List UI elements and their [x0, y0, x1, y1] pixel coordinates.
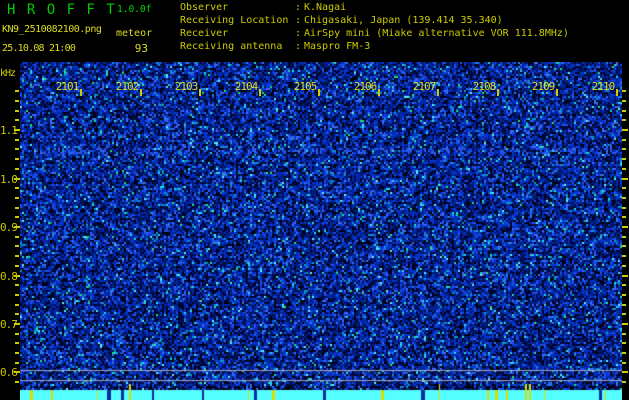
y-axis-tick-right — [622, 342, 626, 344]
y-axis-tick-left — [15, 197, 19, 199]
info-separator: : — [294, 41, 302, 52]
x-axis-time-label: 2101 — [55, 80, 80, 93]
info-label: Receiver — [180, 28, 229, 39]
y-axis-tick-right — [622, 362, 626, 364]
y-axis-tick-right — [622, 294, 626, 296]
y-axis-label: 0.8 — [0, 270, 18, 283]
info-value: AirSpy mini (Miake alternative VOR 111.8… — [304, 28, 569, 39]
y-axis-tick-left — [15, 313, 19, 315]
y-axis-tick-left — [15, 255, 19, 257]
y-axis-tick-right — [622, 275, 628, 277]
station-info-row: Observer: K.Nagai — [180, 1, 569, 14]
x-axis-time-label: 2102 — [115, 80, 140, 93]
y-axis-tick-right — [622, 90, 626, 92]
y-axis-tick-right — [622, 333, 626, 335]
y-axis-tick-left — [15, 100, 19, 102]
y-axis-tick-right — [622, 284, 626, 286]
app-title: H R O F F T — [7, 2, 117, 18]
y-axis-tick-left — [15, 90, 19, 92]
y-axis-tick-left — [15, 381, 19, 383]
y-axis-tick-left — [15, 265, 19, 267]
meteor-label: meteor — [116, 28, 153, 39]
x-axis-time-label: 2107 — [412, 80, 437, 93]
y-axis-tick-left — [15, 139, 19, 141]
y-axis-tick-right — [622, 148, 626, 150]
x-axis-time-label: 2106 — [353, 80, 378, 93]
observation-datetime: 25.10.08 21:00 — [2, 43, 76, 54]
info-separator: : — [294, 15, 302, 26]
y-axis-tick-right — [622, 352, 626, 354]
info-label: Receiving antenna — [180, 41, 283, 52]
y-axis-tick-left — [15, 207, 19, 209]
y-axis-tick-right — [622, 265, 626, 267]
y-axis-tick-right — [622, 304, 626, 306]
station-info-block: Observer: K.Nagai Receiving Location: Chiga… — [180, 1, 569, 53]
y-axis-tick-right — [622, 168, 626, 170]
info-value: Chigasaki, Japan (139.414 35.340) — [304, 15, 503, 26]
info-separator: : — [294, 2, 302, 13]
x-axis-time-label: 2110 — [591, 80, 616, 93]
y-axis-tick-right — [622, 216, 626, 218]
y-axis-label: 1.0 — [0, 173, 18, 186]
y-axis-tick-left — [15, 168, 19, 170]
y-axis-tick-right — [622, 158, 626, 160]
y-axis-tick-right — [622, 119, 626, 121]
y-axis-tick-right — [622, 313, 626, 315]
y-axis-tick-left — [15, 342, 19, 344]
y-axis-unit-label: kHz — [0, 68, 16, 79]
x-axis-time-label: 2104 — [234, 80, 259, 93]
x-axis-time-label: 2105 — [293, 80, 318, 93]
y-axis-label: 1.1 — [0, 124, 18, 137]
y-axis-tick-left — [15, 294, 19, 296]
x-axis-time-label: 2109 — [531, 80, 556, 93]
x-axis-time-label: 2108 — [472, 80, 497, 93]
spectrogram-canvas — [20, 62, 622, 400]
station-info-row: Receiver: AirSpy mini (Miake alternative … — [180, 27, 569, 40]
app-version: 1.0.0f — [117, 4, 152, 15]
y-axis-tick-right — [622, 255, 626, 257]
meteor-count: 93 — [134, 42, 148, 55]
x-axis-time-label: 2103 — [174, 80, 199, 93]
y-axis-tick-left — [15, 352, 19, 354]
y-axis-tick-right — [622, 207, 626, 209]
info-label: Observer — [180, 2, 229, 13]
y-axis-tick-right — [622, 197, 626, 199]
hrofft-window: H R O F F T 1.0.0f KN9_2510082100.png me… — [0, 0, 629, 400]
y-axis-tick-right — [622, 236, 626, 238]
y-axis-tick-left — [15, 119, 19, 121]
y-axis-tick-right — [622, 100, 626, 102]
y-axis-tick-left — [15, 148, 19, 150]
info-separator: : — [294, 28, 302, 39]
station-info-row: Receiving Location: Chigasaki, Japan (139… — [180, 14, 569, 27]
y-axis-tick-left — [15, 110, 19, 112]
y-axis-tick-right — [622, 187, 626, 189]
y-axis-tick-right — [622, 381, 626, 383]
y-axis-label: 0.9 — [0, 221, 18, 234]
y-axis-label: 0.6 — [0, 366, 18, 379]
y-axis-tick-left — [15, 187, 19, 189]
y-axis-tick-left — [15, 304, 19, 306]
y-axis-tick-right — [622, 371, 628, 373]
y-axis-tick-left — [15, 284, 19, 286]
station-info-row: Receiving antenna: Maspro FM-3 — [180, 40, 569, 53]
y-axis-tick-left — [15, 236, 19, 238]
y-axis-tick-right — [622, 129, 628, 131]
y-axis-tick-right — [622, 110, 626, 112]
y-axis-tick-right — [622, 178, 628, 180]
y-axis-tick-left — [15, 362, 19, 364]
info-label: Receiving Location — [180, 15, 289, 26]
y-axis-tick-left — [15, 158, 19, 160]
y-axis-tick-right — [622, 139, 626, 141]
info-value: K.Nagai — [304, 2, 347, 13]
y-axis-label: 0.7 — [0, 318, 18, 331]
info-value: Maspro FM-3 — [304, 41, 371, 52]
y-axis-tick-left — [15, 333, 19, 335]
y-axis-tick-left — [15, 216, 19, 218]
y-axis-tick-left — [15, 245, 19, 247]
y-axis-tick-right — [622, 323, 628, 325]
y-axis-tick-right — [622, 226, 628, 228]
y-axis-tick-right — [622, 245, 626, 247]
output-filename: KN9_2510082100.png — [2, 24, 102, 35]
